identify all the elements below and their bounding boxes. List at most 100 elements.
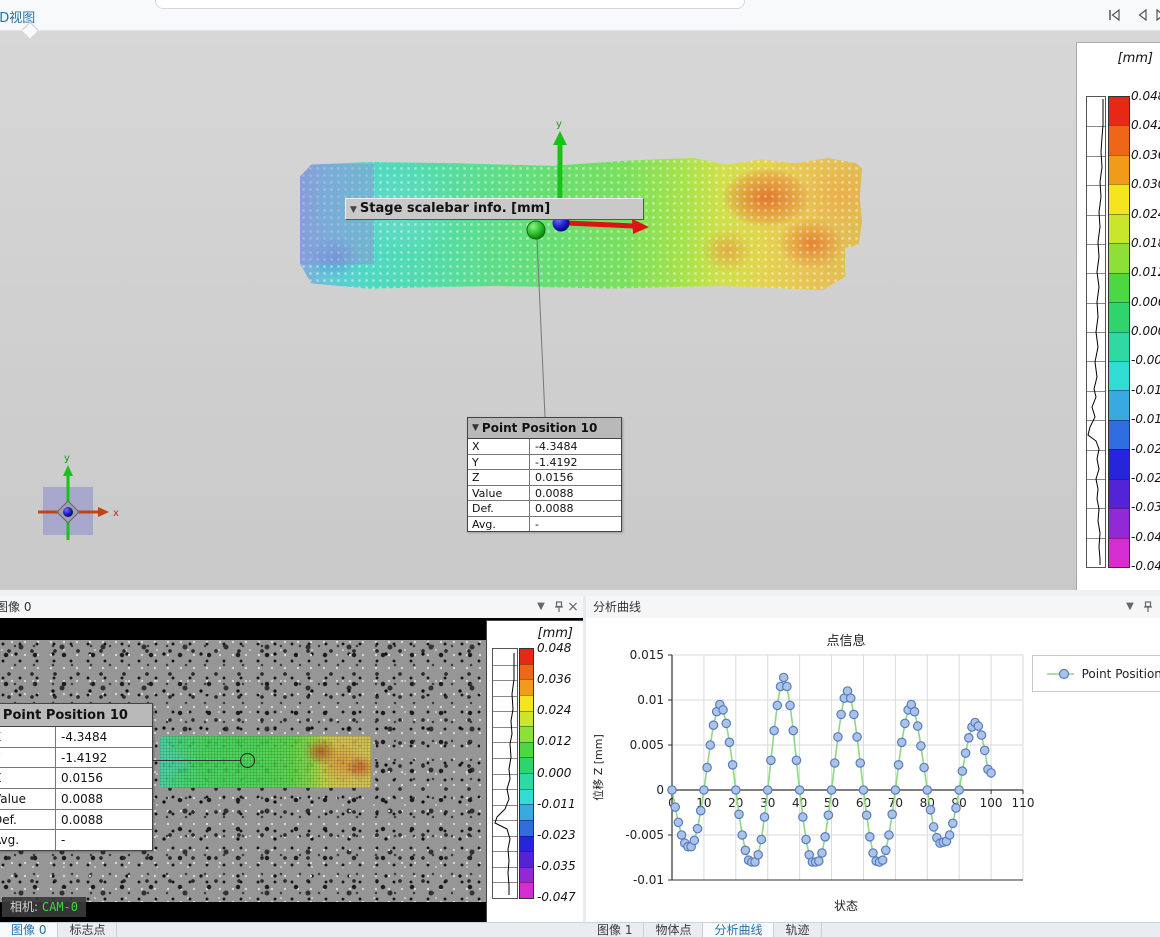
gizmo-x-arrowhead xyxy=(98,507,109,517)
colorbar-tick-label: 0.024 xyxy=(537,703,571,717)
svg-text:位移 Z [mm]: 位移 Z [mm] xyxy=(591,734,605,801)
colorbar-tick-label: -0.006 xyxy=(1131,353,1160,367)
chart-title: 点信息 xyxy=(586,630,1106,649)
tab-图像 0[interactable]: 图像 0 xyxy=(0,923,58,937)
stage-scalebar-title: Stage scalebar info. [mm] xyxy=(360,201,550,216)
point-table-row-value: - xyxy=(56,830,70,850)
point-table-row-value: 0.0088 xyxy=(56,789,108,809)
gizmo-y-label: y xyxy=(64,453,70,464)
colorbar-tick-label: 0.000 xyxy=(1131,324,1160,338)
gizmo-y-arrowhead xyxy=(63,465,73,476)
point-table-row-value: -4.3484 xyxy=(530,439,582,454)
colorbar-tick-labels: 0.0480.0420.0360.0300.0240.0180.0120.006… xyxy=(1131,96,1160,566)
point-table-row-label: Value xyxy=(468,486,530,501)
image-panel-header[interactable]: 图像 0 ▼ × xyxy=(0,596,583,619)
point-position-table-image[interactable]: ▼ Point Position 10 X-4.3484Y-1.4192Z0.0… xyxy=(0,703,153,851)
point-leader-line xyxy=(150,760,241,761)
colorbar-segment xyxy=(520,804,533,820)
point-table-row-value: 0.0156 xyxy=(530,470,579,485)
colorbar-segment xyxy=(1109,302,1129,331)
stage-scalebar-info-label[interactable]: ▼Stage scalebar info. [mm] xyxy=(345,198,644,220)
chart-legend[interactable]: Point Position 10 xyxy=(1032,655,1160,692)
point-table-row: Value0.0088 xyxy=(0,788,152,809)
colorbar-segment xyxy=(520,711,533,727)
histogram-curve xyxy=(1088,99,1103,565)
point-table-row-value: -1.4192 xyxy=(530,455,582,470)
colorbar-segment xyxy=(1109,243,1129,272)
deviation-histogram xyxy=(1086,96,1106,568)
svg-text:30: 30 xyxy=(760,796,775,810)
point-table-row: Avg.- xyxy=(0,829,152,850)
gizmo-x-label: x xyxy=(113,508,119,519)
colorbar-tick-label: -0.023 xyxy=(537,828,576,842)
colorbar-segment xyxy=(1109,538,1129,567)
colorbar-tick-labels: 0.0480.0360.0240.0120.000-0.011-0.023-0.… xyxy=(537,648,583,897)
go-first-stage-button[interactable] xyxy=(1106,7,1124,23)
previous-stage-button[interactable] xyxy=(1134,7,1152,23)
chevron-down-icon[interactable]: ▼ xyxy=(1122,596,1138,618)
tab-物体点[interactable]: 物体点 xyxy=(644,923,703,937)
point-table-title: Point Position 10 xyxy=(3,708,128,723)
point-table-row: X-4.3484 xyxy=(468,439,621,454)
chevron-down-icon[interactable]: ▼ xyxy=(533,596,549,618)
svg-text:0.015: 0.015 xyxy=(630,648,664,662)
point-table-row: Def.0.0088 xyxy=(0,809,152,830)
close-icon[interactable]: × xyxy=(565,596,581,618)
svg-text:110: 110 xyxy=(1012,796,1035,810)
gizmo-center-diamond xyxy=(57,501,79,523)
tab-图像 1[interactable]: 图像 1 xyxy=(586,923,644,937)
gizmo-plane xyxy=(43,487,93,535)
point-position-table-3d[interactable]: ▼ Point Position 10 X-4.3484Y-1.4192Z0.0… xyxy=(467,417,622,532)
tab-轨迹[interactable]: 轨迹 xyxy=(774,923,821,937)
svg-text:0.005: 0.005 xyxy=(630,738,664,752)
tab-分析曲线[interactable]: 分析曲线 xyxy=(703,923,774,937)
colorbar-segment xyxy=(520,664,533,680)
point-table-row-label: Avg. xyxy=(0,830,56,850)
svg-text:-0.01: -0.01 xyxy=(633,873,664,887)
point-table-row: Y-1.4192 xyxy=(0,747,152,768)
next-stage-button[interactable] xyxy=(1152,7,1160,23)
colorbar-segment xyxy=(520,679,533,695)
point-table-row-label: X xyxy=(0,727,56,747)
colorbar-segment xyxy=(520,695,533,711)
colorbar-panel-3d[interactable]: [mm] 0.0480.0420.0360.0300.0240.0180.012… xyxy=(1076,42,1160,590)
point-table-row-value: 0.0156 xyxy=(56,768,108,788)
3d-viewport[interactable]: y y x ▼Stage scalebar info. [mm] ▼ xyxy=(0,31,1160,590)
colorbar-segment xyxy=(1109,479,1129,508)
point-table-row-label: Y xyxy=(0,748,56,768)
colorbar-tick-label: -0.023 xyxy=(1131,442,1160,456)
point-table-row: Value0.0088 xyxy=(468,485,621,501)
point-table-row: Y-1.4192 xyxy=(468,454,621,470)
point-table-row-value: -4.3484 xyxy=(56,727,112,747)
camera-value: CAM-0 xyxy=(42,900,78,914)
colorbar-panel-image[interactable]: [mm] 0.0480.0360.0240.0120.000-0.011-0.0… xyxy=(486,620,583,922)
colorbar-tick-label: 0.030 xyxy=(1131,177,1160,191)
top-bar: 3D视图 xyxy=(0,0,1160,31)
point-table-row-label: Z xyxy=(468,470,530,485)
point-table-row: Avg.- xyxy=(468,516,621,532)
svg-text:70: 70 xyxy=(888,796,903,810)
svg-text:40: 40 xyxy=(792,796,807,810)
camera-image-viewport[interactable]: ▼ Point Position 10 X-4.3484Y-1.4192Z0.0… xyxy=(0,618,583,922)
curves-panel-header[interactable]: 分析曲线 ▼ xyxy=(586,596,1160,619)
colorbar-tick-label: -0.035 xyxy=(537,859,576,873)
svg-text:60: 60 xyxy=(856,796,871,810)
legend-series-label: Point Position 10 xyxy=(1082,667,1160,681)
point-table-row-label: Def. xyxy=(0,810,56,830)
svg-text:20: 20 xyxy=(728,796,743,810)
measure-point-marker[interactable] xyxy=(240,753,255,768)
tab-标志点[interactable]: 标志点 xyxy=(58,923,117,937)
colorbar-tick-label: 0.048 xyxy=(537,641,571,655)
point-table-row-label: Y xyxy=(468,455,530,470)
colorbar-gradient[interactable] xyxy=(1108,96,1130,568)
colorbar-tick-label: -0.047 xyxy=(537,890,576,904)
colorbar-tick-label: -0.041 xyxy=(1131,530,1160,544)
colorbar-gradient[interactable] xyxy=(519,648,534,899)
histogram-curve xyxy=(495,653,514,895)
pin-icon[interactable] xyxy=(1140,596,1156,618)
colorbar-segment xyxy=(1109,390,1129,419)
specimen-heatmap-surface[interactable] xyxy=(300,158,862,290)
point-table-header: ▼ Point Position 10 xyxy=(0,704,152,727)
colorbar-segment xyxy=(1109,361,1129,390)
colorbar-tick-label: 0.012 xyxy=(1131,265,1160,279)
